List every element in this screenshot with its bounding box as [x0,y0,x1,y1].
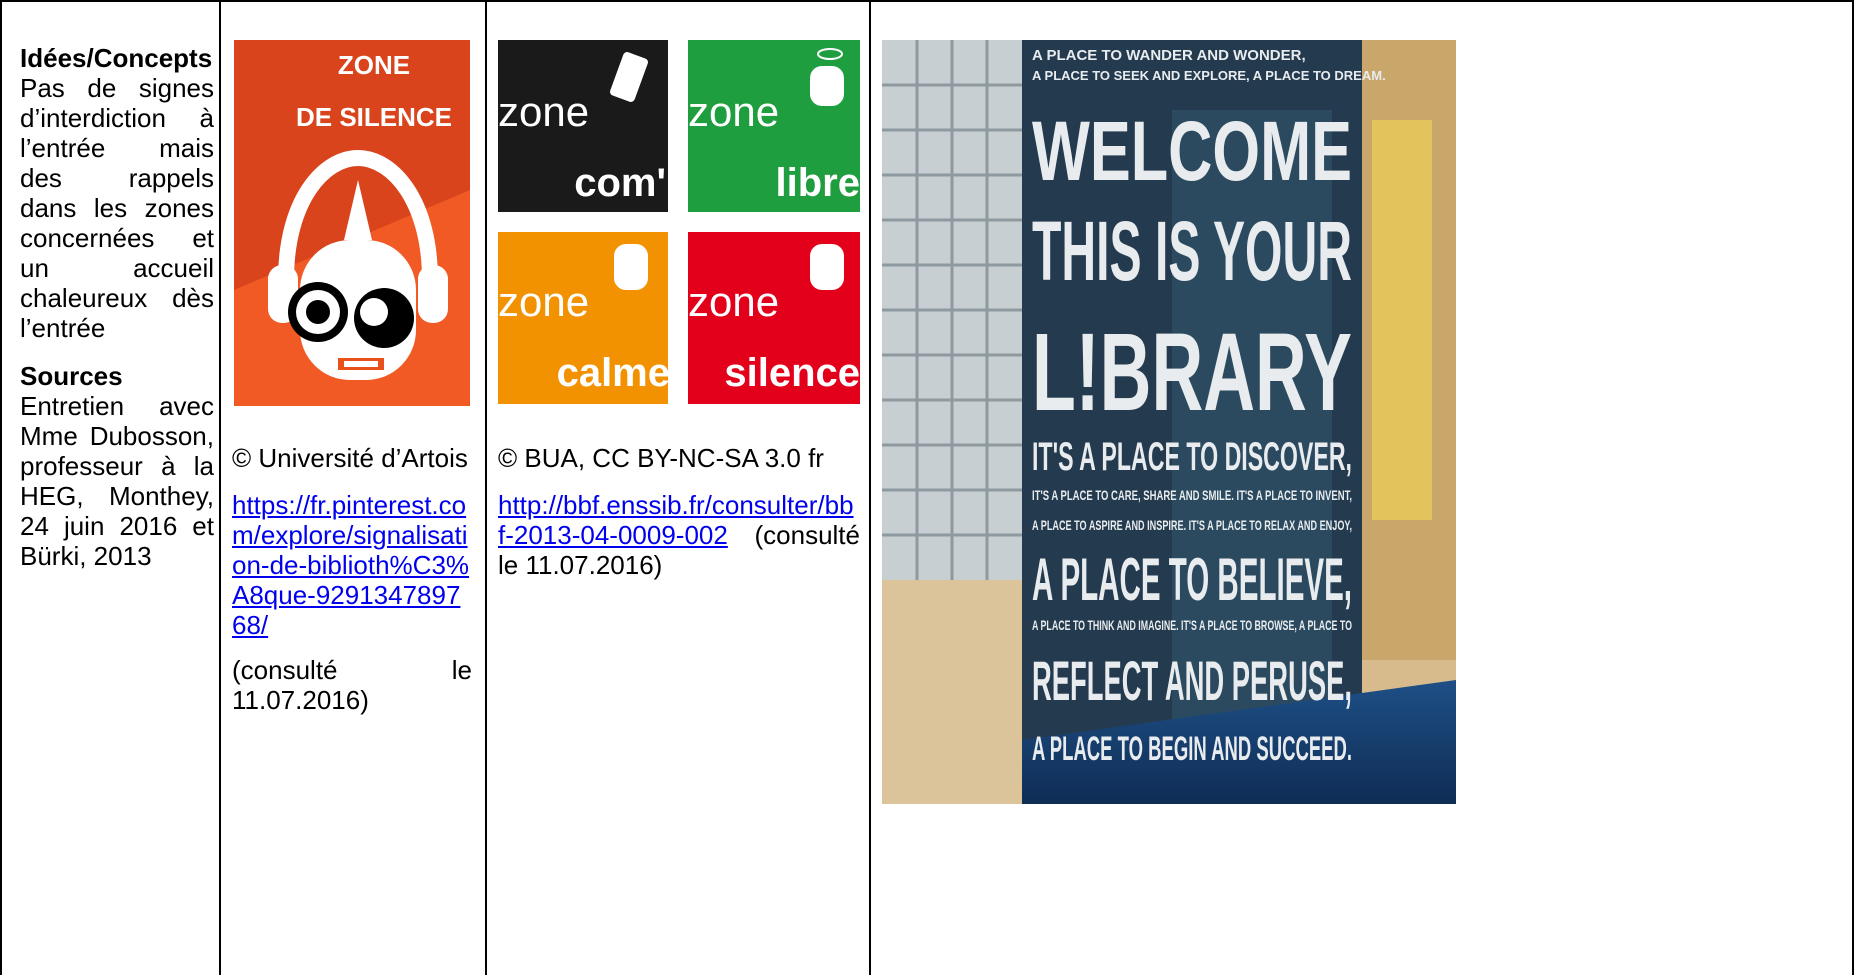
cell-concepts: Idées/Concepts Pas de signes d’interdict… [20,0,214,975]
zone-de-silence-poster: ZONE DE SILENCE [234,40,470,406]
photo-small-line-2: A PLACE TO ASPIRE AND INSPIRE. IT'S A PL… [1032,517,1352,533]
photo-top-line-2: A PLACE TO SEEK AND EXPLORE, A PLACE TO … [1032,68,1386,83]
sources-text: Entretien avec Mme Dubosson, professeur … [20,391,214,571]
photo-believe-line: A PLACE TO BELIEVE, [1032,546,1352,613]
tile-com-name: com' [574,161,666,205]
tile-libre-word: zone [688,88,779,135]
table-divider-2 [485,0,487,975]
pinterest-link[interactable]: https://fr.pinterest.com/explore/signali… [232,490,472,640]
photo-big-line-1: WELCOME [1032,104,1352,198]
consulted-artois: (consulté le 11.07.2016) [232,655,472,715]
heading-sources: Sources [20,361,123,391]
heading-ideas: Idées/Concepts [20,43,213,73]
ideas-text: Pas de signes d’interdiction à l’entrée … [20,73,214,343]
url-block-bua: http://bbf.enssib.fr/consulter/bbf-2013-… [498,490,860,580]
table-border-left [0,0,2,975]
poster-title-line1: ZONE [338,50,410,80]
tile-com-word: zone [498,88,589,135]
credit-artois: © Université d’Artois [232,443,468,473]
table-divider-1 [219,0,221,975]
photo-mid-line: IT'S A PLACE TO DISCOVER, [1032,435,1352,479]
table-divider-3 [869,0,871,975]
cell-photo: A PLACE TO WANDER AND WONDER, A PLACE TO… [882,0,1842,975]
credit-bua: © BUA, CC BY-NC-SA 3.0 fr [498,443,824,473]
photo-big-line-3: L!BRARY [1032,311,1352,434]
tile-calme-name: calme [557,351,670,395]
document-table: Idées/Concepts Pas de signes d’interdict… [0,0,1854,975]
zone-tiles-image: zone com' zone libre zone calme zone sil… [498,40,860,404]
tile-silence-name: silence [724,351,860,395]
photo-reflect-line: REFLECT AND PERUSE, [1032,649,1352,712]
photo-big-line-2: THIS IS YOUR [1032,204,1352,298]
cell-artois: ZONE DE SILENCE © Université d’Artois ht… [232,0,472,975]
cell-bua: zone com' zone libre zone calme zone sil… [498,0,860,975]
photo-small-line-1: IT'S A PLACE TO CARE, SHARE AND SMILE. I… [1032,487,1352,503]
photo-top-line-1: A PLACE TO WANDER AND WONDER, [1032,47,1306,64]
tile-libre-name: libre [776,161,860,205]
photo-small-line-3: A PLACE TO THINK AND IMAGINE. IT'S A PLA… [1032,617,1352,633]
library-door-photo: A PLACE TO WANDER AND WONDER, A PLACE TO… [882,40,1456,804]
poster-title-line2: DE SILENCE [296,102,452,132]
tile-silence-word: zone [688,278,779,325]
photo-last-line: A PLACE TO BEGIN AND SUCCEED. [1032,730,1352,768]
tile-calme-word: zone [498,278,589,325]
url-block-artois: https://fr.pinterest.com/explore/signali… [232,490,472,640]
